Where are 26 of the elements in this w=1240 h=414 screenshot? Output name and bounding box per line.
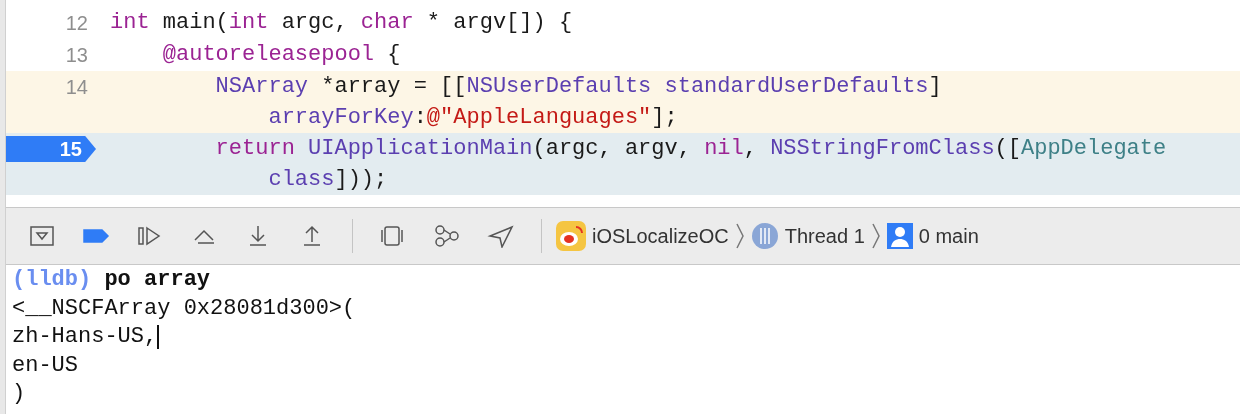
console-command: (lldb) po array	[12, 266, 211, 294]
chevron-icon	[870, 222, 881, 250]
console-toggle-icon[interactable]	[28, 224, 56, 248]
console-output: )	[12, 380, 26, 408]
app-name[interactable]: iOSLocalizeOC	[592, 221, 729, 251]
code-text: int main(int argc, char * argv[]) {	[109, 9, 573, 37]
line-number: 12	[64, 11, 88, 36]
line-number: 13	[64, 43, 88, 68]
thread-name[interactable]: Thread 1	[784, 221, 865, 251]
console-output: en-US	[12, 351, 78, 380]
code-text: @autoreleasepool {	[161, 41, 401, 69]
console-output: zh-Hans-US,	[12, 323, 158, 351]
memory-graph-icon[interactable]	[433, 224, 461, 248]
code-text: class]));	[267, 166, 389, 194]
thread-icon	[750, 222, 779, 250]
app-icon	[556, 221, 586, 251]
code-text: NSArray *array = [[NSUserDefaults standardUserDefaults]	[214, 73, 942, 101]
user-icon	[886, 223, 913, 249]
line-number: 14	[64, 75, 88, 100]
code-text: return UIApplicationMain(argc, argv, nil, NSStringFromClass([AppDelegate	[214, 135, 1167, 163]
location-icon[interactable]	[487, 224, 515, 248]
breakpoint-marker[interactable]: 15	[6, 136, 96, 162]
chevron-icon	[734, 222, 745, 250]
console-output: <__NSCFArray 0x28081d300>(	[12, 294, 356, 323]
stack-frame[interactable]: 0 main	[918, 221, 979, 251]
code-text: arrayForKey:@"AppleLanguages"];	[267, 104, 679, 132]
